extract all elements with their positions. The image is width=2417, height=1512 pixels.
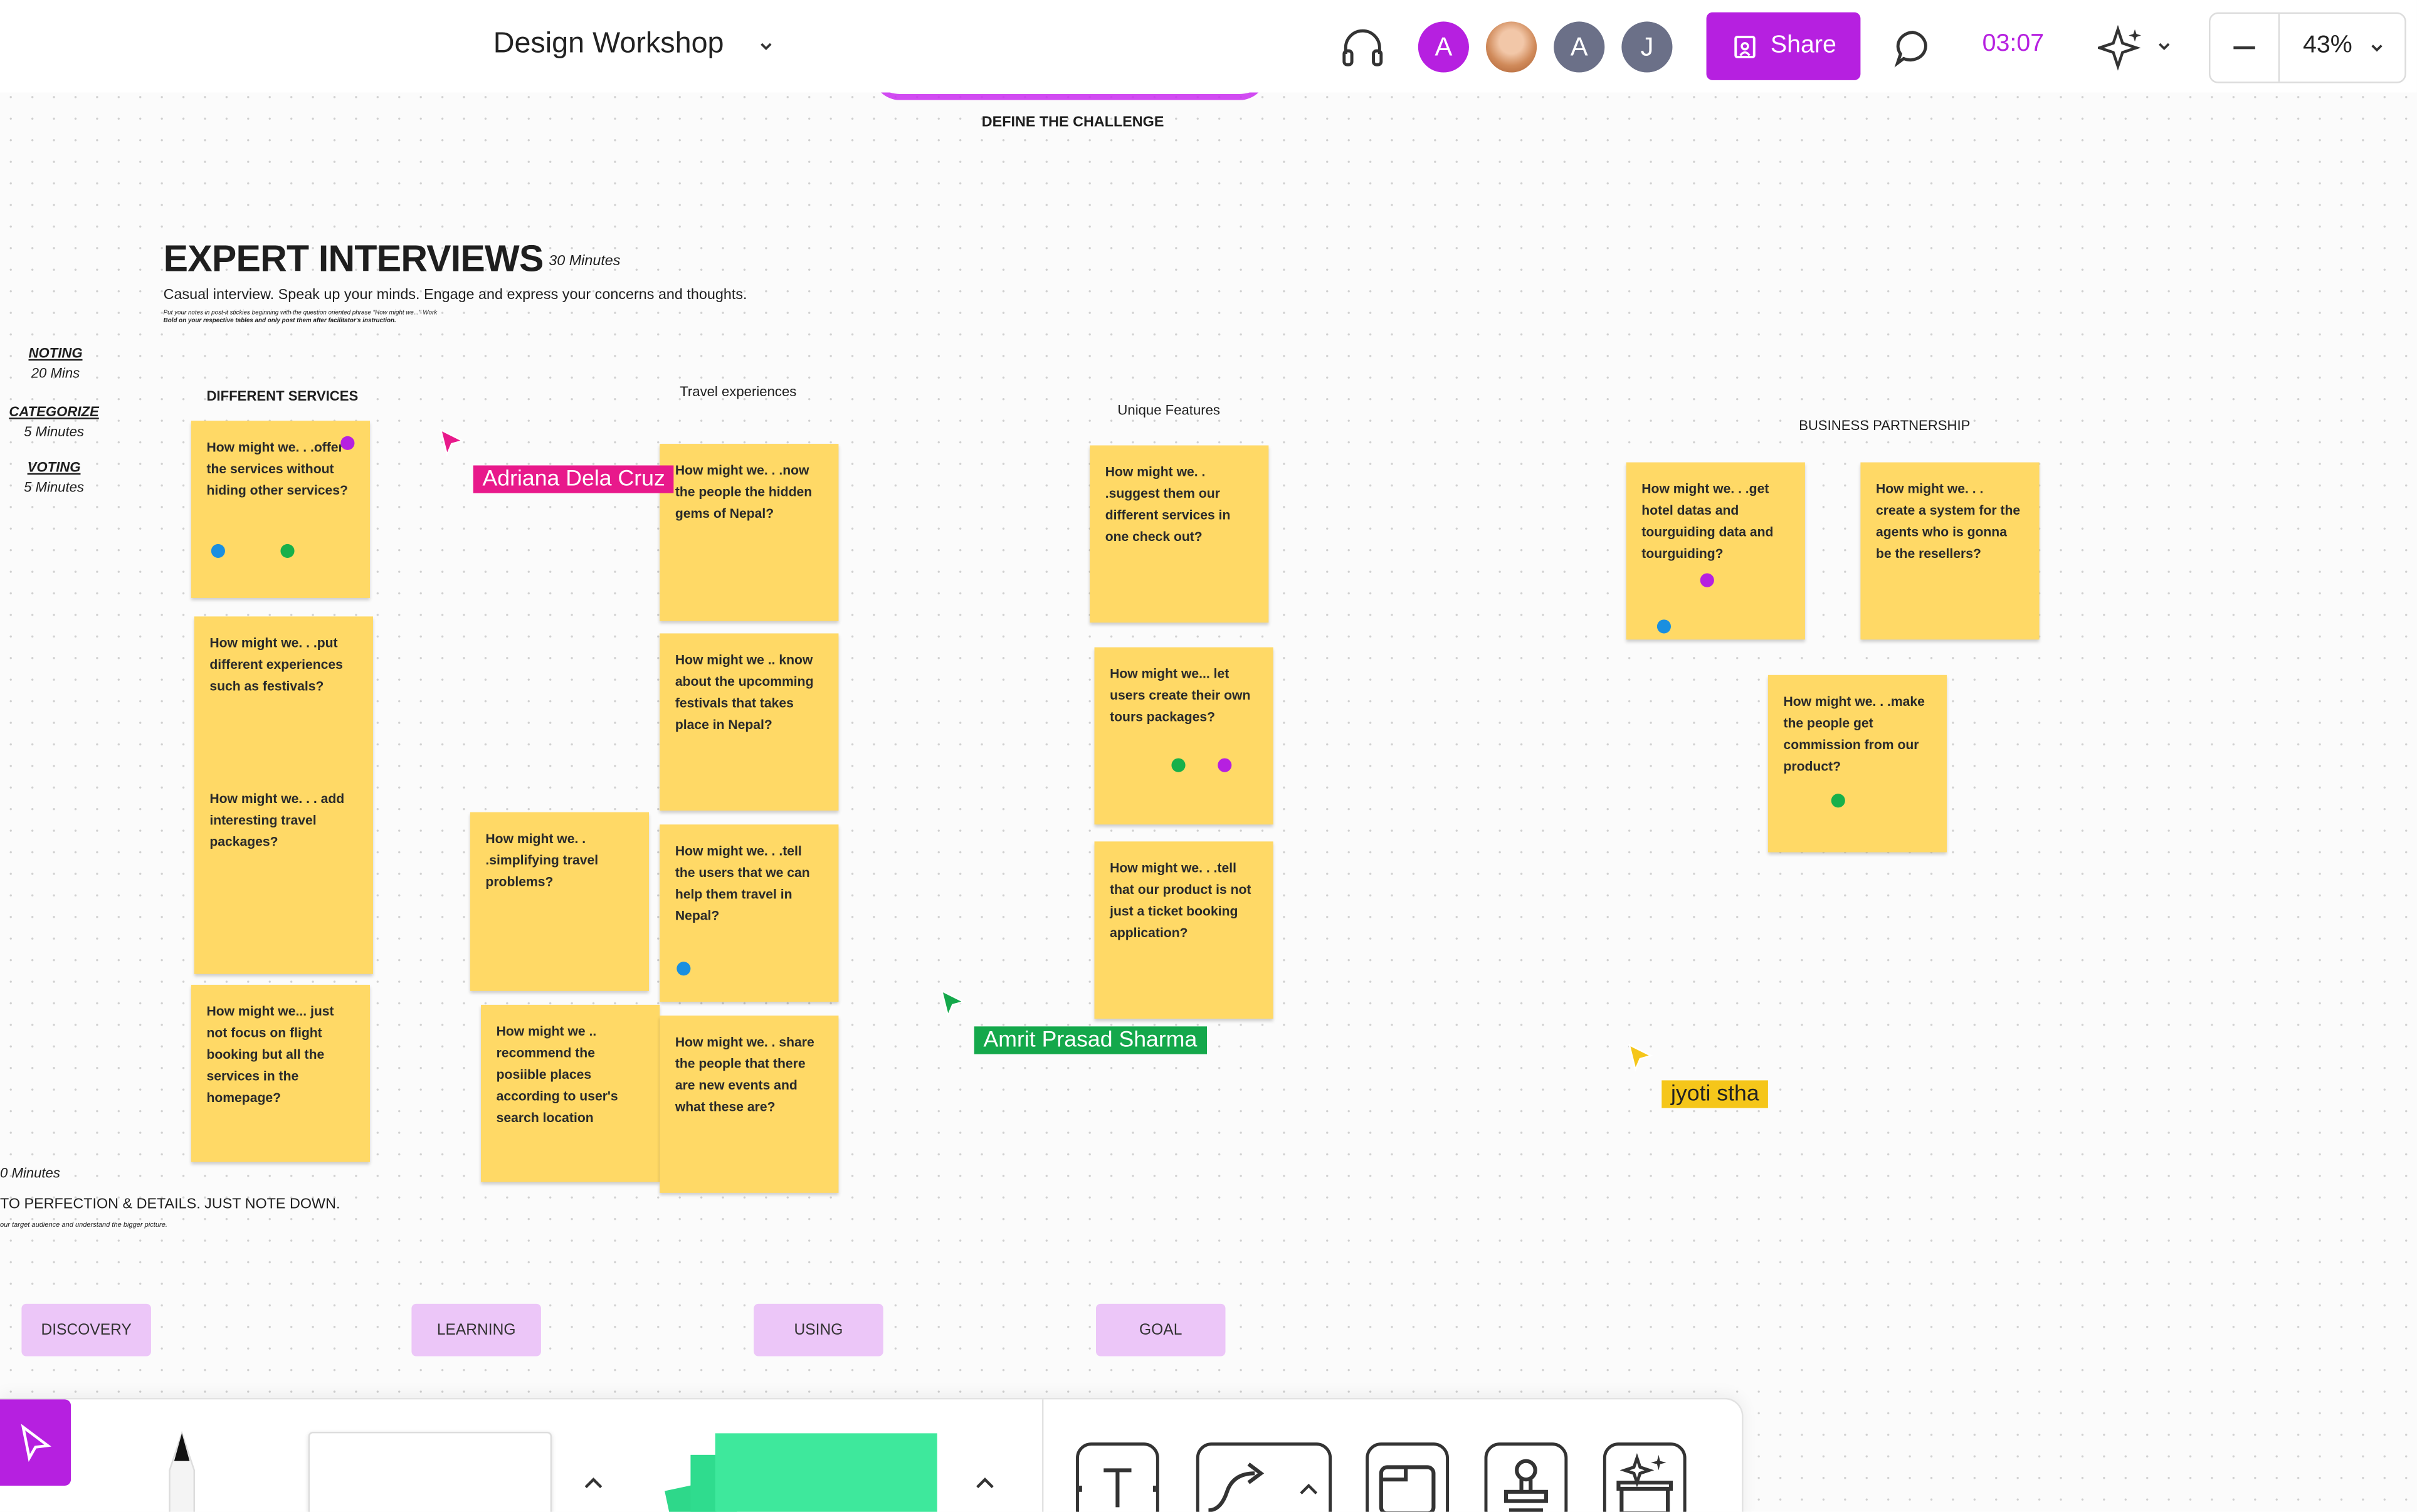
cursor-arrow-icon bbox=[940, 989, 966, 1018]
sticky-note-tool[interactable] bbox=[663, 1430, 940, 1512]
define-challenge-label: DEFINE THE CHALLENGE bbox=[981, 113, 1164, 131]
sticky-note[interactable]: How might we. . . create a system for th… bbox=[1860, 462, 2040, 640]
collaborator-cursor-label: jyoti stha bbox=[1661, 1080, 1769, 1108]
share-button[interactable]: Share bbox=[1706, 12, 1861, 80]
text-tool-button[interactable] bbox=[1076, 1442, 1159, 1512]
sticky-note[interactable]: How might we. . .suggest them our differ… bbox=[1090, 445, 1269, 623]
column-header-services: DIFFERENT SERVICES bbox=[206, 388, 359, 404]
vote-dot-green bbox=[1171, 758, 1186, 772]
zoom-out-button[interactable] bbox=[2210, 14, 2280, 82]
stamp-tool-button[interactable] bbox=[1484, 1442, 1568, 1512]
chevron-up-icon[interactable] bbox=[971, 1470, 999, 1498]
connector-tool-button[interactable] bbox=[1196, 1442, 1332, 1512]
pen-tool-icon[interactable] bbox=[148, 1430, 216, 1512]
sticky-note[interactable]: How might we .. know about the upcomming… bbox=[660, 633, 839, 811]
templates-tool-button[interactable] bbox=[1603, 1442, 1687, 1512]
zoom-control: 43% bbox=[2209, 12, 2406, 83]
select-tool-button[interactable] bbox=[0, 1399, 71, 1486]
chevron-down-icon[interactable] bbox=[2155, 37, 2174, 56]
share-button-label: Share bbox=[1770, 32, 1836, 59]
vote-dot-purple bbox=[1700, 573, 1714, 587]
sticky-note[interactable]: How might we... just not focus on flight… bbox=[191, 984, 371, 1162]
tag-using[interactable]: USING bbox=[754, 1303, 883, 1357]
session-timer[interactable]: 03:07 bbox=[1983, 31, 2044, 58]
whiteboard-canvas[interactable]: DEFINE THE CHALLENGE EXPERT INTERVIEWS 3… bbox=[0, 0, 2417, 1512]
avatar[interactable]: J bbox=[1621, 21, 1673, 73]
section-subtitle: Casual interview. Speak up your minds. E… bbox=[163, 286, 747, 304]
avatar[interactable]: A bbox=[1418, 21, 1469, 73]
vote-dot-blue bbox=[1656, 619, 1672, 634]
vote-dot-green bbox=[280, 543, 295, 558]
chevron-down-icon[interactable] bbox=[757, 37, 776, 56]
tag-goal[interactable]: GOAL bbox=[1095, 1303, 1226, 1357]
sticky-note[interactable]: How might we. . .now the people the hidd… bbox=[660, 444, 839, 621]
vote-dot-blue bbox=[211, 543, 225, 558]
column-header-travel: Travel experiences bbox=[680, 384, 797, 399]
side-meta-noting: NOTING 20 Mins bbox=[28, 345, 83, 381]
tag-learning[interactable]: LEARNING bbox=[411, 1303, 541, 1357]
collaborator-cursor-label: Adriana Dela Cruz bbox=[473, 465, 675, 493]
vote-dot-purple bbox=[340, 436, 355, 450]
share-lock-icon bbox=[1734, 36, 1755, 58]
vote-dot-green bbox=[1831, 794, 1845, 808]
section-fine-print: Put your notes in post-it stickies begin… bbox=[163, 308, 438, 324]
chevron-up-icon[interactable] bbox=[1295, 1476, 1322, 1504]
magic-box-icon bbox=[1616, 1452, 1673, 1512]
column-header-features: Unique Features bbox=[1117, 402, 1221, 418]
left-small-note: our target audience and understand the b… bbox=[0, 1221, 167, 1229]
connector-icon bbox=[1208, 1462, 1265, 1512]
section-duration: 30 Minutes bbox=[549, 253, 621, 270]
sticky-note[interactable]: How might we. . .get hotel datas and tou… bbox=[1626, 462, 1805, 640]
sticky-note[interactable]: How might we. . .tell the users that we … bbox=[660, 824, 839, 1002]
pointer-icon bbox=[21, 1424, 51, 1462]
sticky-note[interactable]: How might we. . share the people that th… bbox=[660, 1016, 839, 1193]
side-meta-voting: VOTING 5 Minutes bbox=[24, 459, 85, 495]
board-title[interactable]: Design Workshop bbox=[493, 28, 724, 61]
top-bar: Design Workshop A A J Share 03:07 43% bbox=[0, 0, 2417, 93]
sticky-note[interactable]: How might we .. recommend the posiible p… bbox=[481, 1004, 660, 1182]
sticky-note[interactable]: How might we. . .make the people get com… bbox=[1767, 675, 1947, 853]
column-header-partnership: BUSINESS PARTNERSHIP bbox=[1799, 417, 1971, 433]
sticky-note[interactable]: How might we. . .simplifying travel prob… bbox=[470, 812, 650, 991]
frame-icon bbox=[1379, 1465, 1436, 1512]
toolbar-divider bbox=[1041, 1399, 1044, 1512]
sticky-note[interactable]: How might we. . .tell that our product i… bbox=[1094, 841, 1273, 1019]
zoom-level[interactable]: 43% bbox=[2303, 33, 2352, 60]
left-instruction: TO PERFECTION & DETAILS. JUST NOTE DOWN. bbox=[0, 1195, 340, 1213]
frame-tool-button[interactable] bbox=[1366, 1442, 1449, 1512]
section-title: EXPERT INTERVIEWS bbox=[163, 239, 544, 281]
avatar[interactable]: A bbox=[1554, 21, 1605, 73]
comment-icon[interactable] bbox=[1892, 26, 1935, 70]
sticky-note[interactable]: How might we... let users create their o… bbox=[1094, 647, 1273, 825]
tag-discovery[interactable]: DISCOVERY bbox=[21, 1303, 151, 1357]
bottom-toolbar bbox=[0, 1397, 1744, 1512]
vote-dot-blue bbox=[677, 962, 691, 976]
chevron-up-icon[interactable] bbox=[579, 1470, 607, 1498]
cursor-arrow-icon bbox=[440, 428, 465, 458]
left-minutes: 0 Minutes bbox=[0, 1165, 60, 1181]
minus-icon bbox=[2233, 46, 2255, 50]
collaborator-cursor-label: Amrit Prasad Sharma bbox=[974, 1026, 1207, 1054]
text-icon bbox=[1076, 1468, 1159, 1508]
chevron-down-icon[interactable] bbox=[2367, 38, 2386, 57]
sparkle-ai-icon[interactable] bbox=[2098, 24, 2144, 71]
sticky-note[interactable]: How might we. . .put different experienc… bbox=[194, 616, 373, 974]
stamp-icon bbox=[1503, 1459, 1548, 1512]
shape-tool-card[interactable] bbox=[308, 1431, 552, 1512]
vote-dot-purple bbox=[1218, 758, 1232, 772]
headphones-icon[interactable] bbox=[1339, 26, 1386, 70]
side-meta-categorize: CATEGORIZE 5 Minutes bbox=[9, 404, 99, 439]
cursor-arrow-icon bbox=[1628, 1043, 1653, 1073]
avatar-photo[interactable] bbox=[1485, 21, 1537, 73]
